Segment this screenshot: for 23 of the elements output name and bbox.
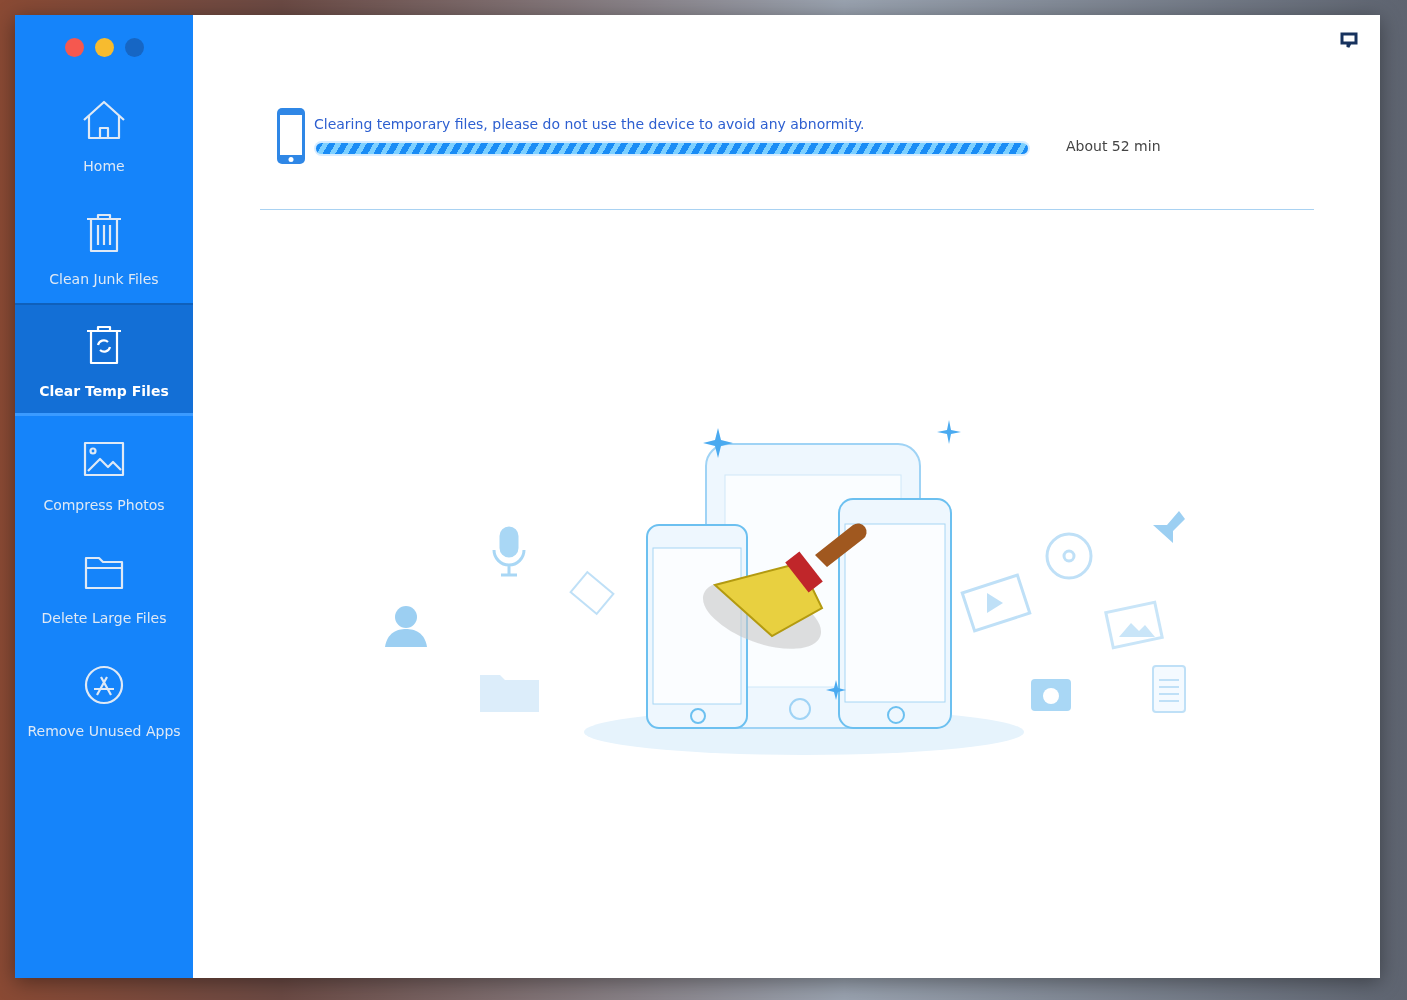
phone-icon [276, 107, 306, 165]
status-message: Clearing temporary files, please do not use the device to avoid any abnormity. [314, 116, 866, 132]
sidebar-item[interactable]: Clear Temp Files [15, 303, 193, 416]
sidebar-item[interactable]: Delete Large Files [15, 529, 193, 642]
sidebar-item[interactable]: Clean Junk Files [15, 190, 193, 303]
time-remaining: About 52 min [1066, 138, 1161, 154]
person-icon [384, 606, 427, 647]
close-window-control[interactable] [64, 38, 84, 57]
sparkle-icon [825, 680, 846, 700]
picture-icon [1103, 600, 1164, 650]
sidebar-item[interactable]: Remove Unused Apps [15, 642, 193, 755]
sparkle-icon [702, 428, 733, 458]
minimize-window-control[interactable] [94, 38, 114, 57]
disc-icon [1045, 532, 1092, 580]
microphone-icon [492, 526, 525, 577]
sidebar-item[interactable]: Home [15, 77, 193, 190]
list-icon [1151, 665, 1186, 713]
chat-icon[interactable] [1340, 32, 1358, 49]
zoom-window-control[interactable] [124, 38, 144, 57]
folder-icon [479, 675, 539, 712]
camera-icon [1030, 679, 1071, 711]
film-icon [959, 573, 1032, 633]
sidebar-item[interactable]: Compress Photos [15, 416, 193, 529]
